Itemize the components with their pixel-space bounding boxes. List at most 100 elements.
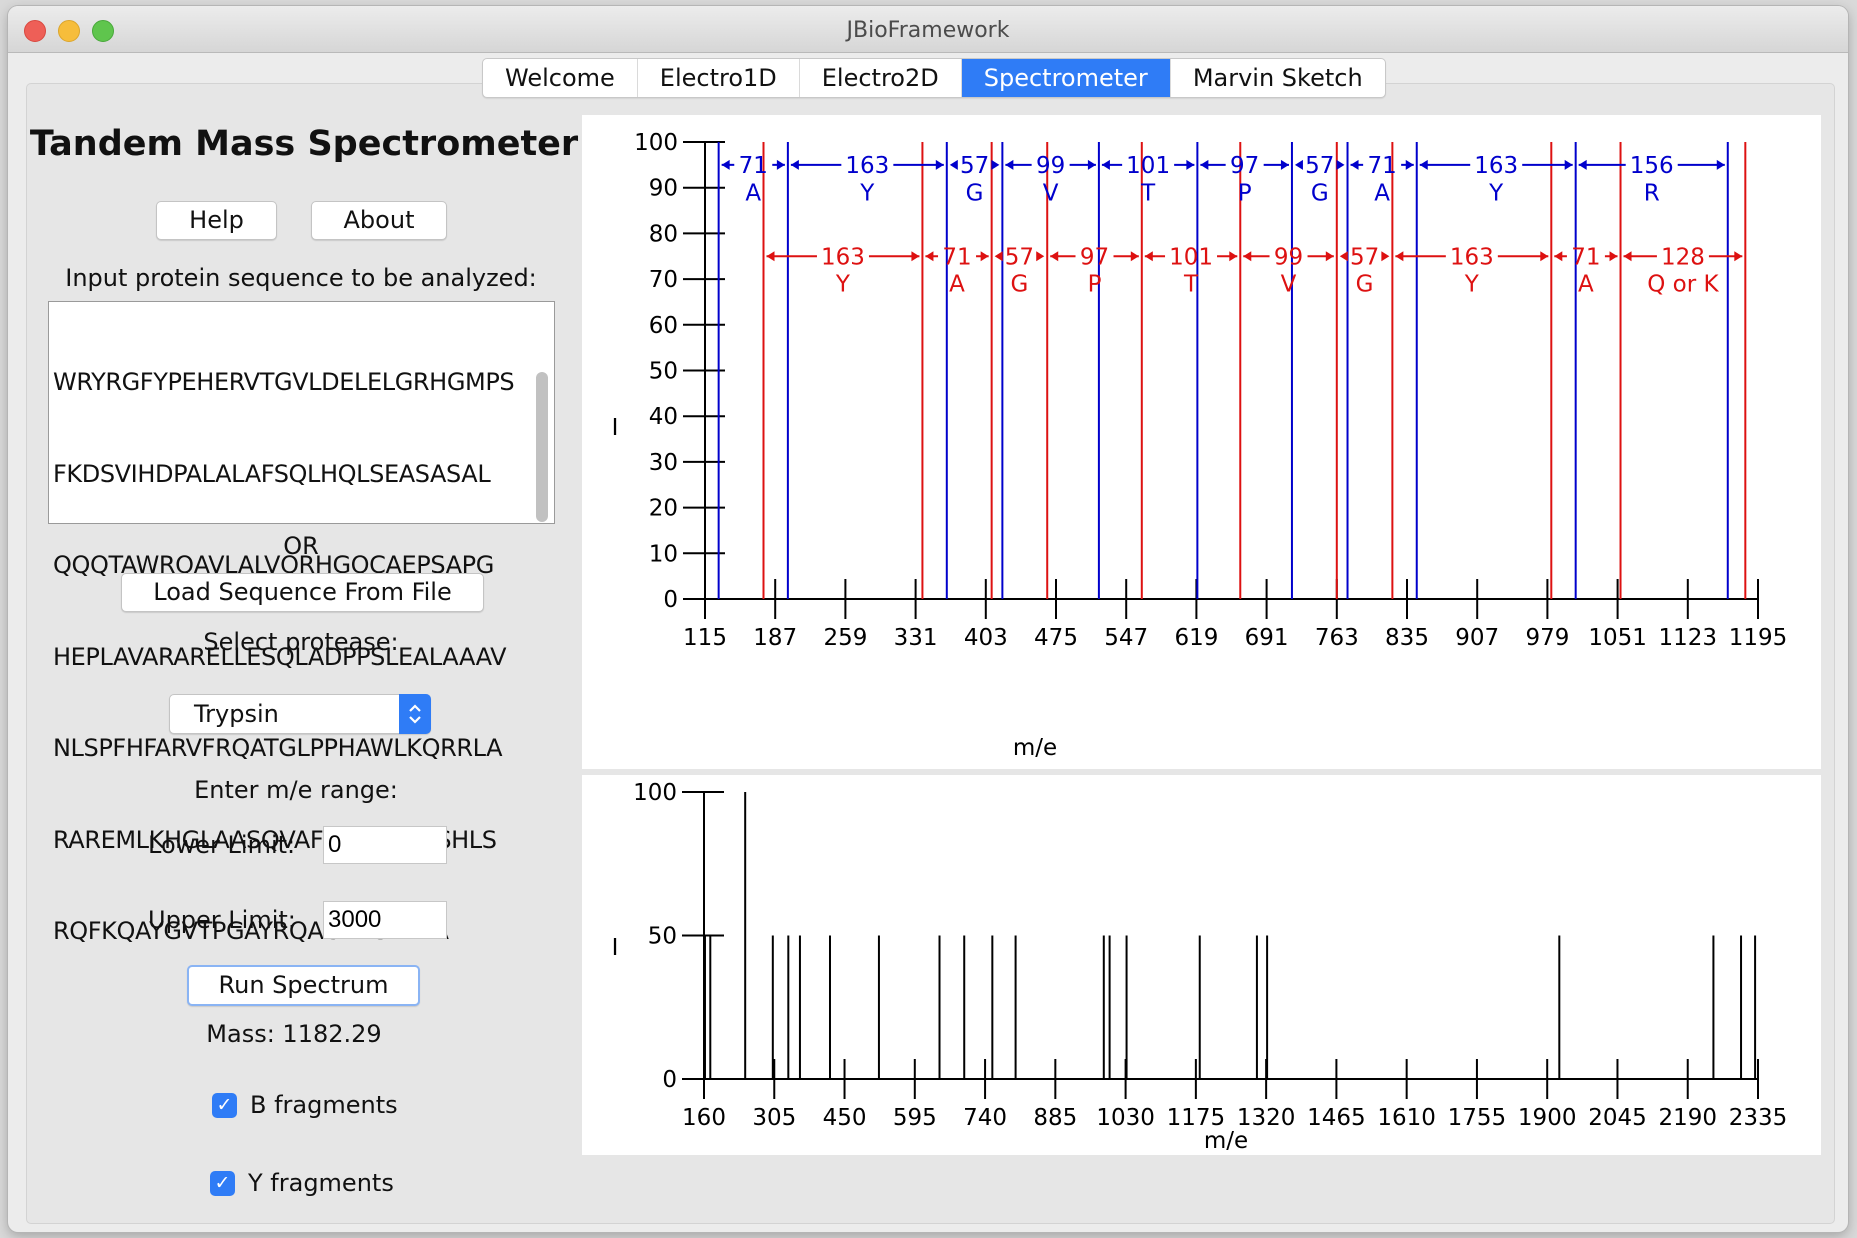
y-ion-residue-label: V <box>1281 272 1297 298</box>
b-ion-arrowhead-left <box>790 159 799 170</box>
x-tick-label: 1755 <box>1448 1105 1507 1131</box>
fragment-spectrum-panel: 0 10 20 30 40 50 60 70 80 90 100 115 187 259 331 403 475… <box>582 115 1821 769</box>
x-tick-label: 115 <box>683 625 727 651</box>
y-tick-label: 0 <box>663 587 678 613</box>
about-button[interactable]: About <box>311 201 447 240</box>
scrollbar-thumb[interactable] <box>536 372 548 522</box>
sequence-textarea[interactable]: WRYRGFYPEHERVTGVLDELELGRHGMPS FKDSVIHDPA… <box>48 301 555 945</box>
tab-marvin-sketch[interactable]: Marvin Sketch <box>1171 59 1385 97</box>
y-ion-arrowhead-right <box>1609 251 1618 262</box>
b-ion-mass-label: 156 <box>1630 153 1674 179</box>
x-axis-label: m/e <box>1013 735 1057 761</box>
b-ion-arrowhead-left <box>949 159 958 170</box>
y-fragments-label[interactable]: Y fragments <box>248 1169 394 1197</box>
x-tick-label: 619 <box>1174 625 1218 651</box>
fragment-spectrum-chart: 0 10 20 30 40 50 60 70 80 90 100 115 187 259 331 403 475… <box>612 130 1788 761</box>
window-title: JBioFramework <box>846 18 1010 43</box>
b-ion-arrowhead-right <box>1716 159 1725 170</box>
b-ion-arrowhead-right <box>1405 159 1414 170</box>
x-tick-label: 160 <box>682 1105 726 1131</box>
b-ion-mass-label: 101 <box>1126 153 1170 179</box>
b-ion-arrowhead-right <box>991 159 1000 170</box>
b-ion-arrowhead-right <box>1087 159 1096 170</box>
upper-limit-input[interactable] <box>323 901 447 939</box>
tab-welcome[interactable]: Welcome <box>483 59 638 97</box>
b-ion-mass-label: 163 <box>1474 153 1518 179</box>
y-ion-mass-label: 99 <box>1274 244 1303 270</box>
x-tick-label: 740 <box>963 1105 1007 1131</box>
y-ion-residue-label: P <box>1088 272 1102 298</box>
b-ion-residue-label: Y <box>859 180 875 206</box>
y-ion-mass-label: 128 <box>1661 244 1705 270</box>
y-tick-label: 100 <box>633 780 677 806</box>
y-tick-label: 60 <box>649 313 678 339</box>
y-ion-arrowhead-right <box>1229 251 1238 262</box>
sequence-line: FKDSVIHDPALALAFSQLHQLSEASASAL <box>53 459 491 488</box>
peptide-spectrum-chart: 050100160 305 450 595 740 885 1030 1175 1320 1465… <box>612 780 1788 1154</box>
y-ion-arrowhead-right <box>911 251 920 262</box>
b-ion-residue-label: G <box>966 180 984 206</box>
y-ion-arrowhead-left <box>1144 251 1153 262</box>
y-ion-arrowhead-right <box>1130 251 1139 262</box>
sequence-line: NLSPFHFARVFRQATGLPPHAWLKQRRLA <box>53 734 503 762</box>
protease-select[interactable]: Trypsin <box>169 694 431 734</box>
x-tick-label: 763 <box>1315 625 1359 651</box>
y-ion-residue-label: Y <box>1464 272 1480 298</box>
y-ion-residue-label: G <box>1356 272 1374 298</box>
x-tick-label: 885 <box>1033 1105 1077 1131</box>
b-ion-residue-label: T <box>1140 180 1156 206</box>
x-tick-label: 2190 <box>1658 1105 1717 1131</box>
tab-spectrometer[interactable]: Spectrometer <box>961 59 1171 97</box>
updown-chevron-icon[interactable] <box>399 694 431 734</box>
y-ion-arrowhead-left <box>766 251 775 262</box>
help-button[interactable]: Help <box>156 201 277 240</box>
x-tick-label: 1465 <box>1307 1105 1366 1131</box>
mass-readout: Mass: 1182.29 <box>206 1020 382 1048</box>
b-ion-arrowhead-right <box>1280 159 1289 170</box>
b-ion-arrowhead-right <box>1186 159 1195 170</box>
y-ion-arrowhead-left <box>994 251 1003 262</box>
x-tick-label: 1123 <box>1659 625 1718 651</box>
tab-bar: Welcome Electro1D Electro2D Spectrometer… <box>482 58 1386 98</box>
b-ion-arrowhead-left <box>1419 159 1428 170</box>
y-fragments-checkbox[interactable]: ✓ <box>210 1171 235 1196</box>
y-ion-arrowhead-right <box>1540 251 1549 262</box>
b-ion-arrowhead-left <box>721 159 730 170</box>
x-tick-label: 595 <box>893 1105 937 1131</box>
x-tick-label: 331 <box>894 625 938 651</box>
load-sequence-button[interactable]: Load Sequence From File <box>121 573 484 612</box>
y-ion-arrowhead-left <box>1339 251 1348 262</box>
y-tick-label: 20 <box>649 496 678 522</box>
sequence-scrollbar[interactable] <box>534 306 550 522</box>
y-ion-residue-label: G <box>1011 272 1029 298</box>
control-panel: Tandem Mass Spectrometer Help About Inpu… <box>27 84 587 1223</box>
b-fragments-label[interactable]: B fragments <box>250 1091 398 1119</box>
b-ion-arrowhead-left <box>1101 159 1110 170</box>
y-ion-arrowhead-left <box>1395 251 1404 262</box>
x-tick-label: 475 <box>1034 625 1078 651</box>
y-ion-mass-label: 71 <box>1571 244 1600 270</box>
x-tick-label: 403 <box>964 625 1008 651</box>
y-ion-residue-label: Q or K <box>1647 272 1719 298</box>
y-ion-arrowhead-left <box>1623 251 1632 262</box>
b-fragments-checkbox[interactable]: ✓ <box>212 1093 237 1118</box>
y-ion-mass-label: 163 <box>821 244 865 270</box>
run-spectrum-button[interactable]: Run Spectrum <box>187 965 420 1006</box>
tab-electro1d[interactable]: Electro1D <box>638 59 800 97</box>
y-axis-label: I <box>612 415 619 441</box>
y-tick-label: 100 <box>634 130 678 156</box>
b-ion-residue-label: R <box>1644 180 1660 206</box>
b-ion-arrowhead-left <box>1578 159 1587 170</box>
x-axis-label: m/e <box>1204 1128 1248 1154</box>
sequence-line: WRYRGFYPEHERVTGVLDELELGRHGMPS <box>53 368 515 396</box>
x-tick-label: 187 <box>753 625 797 651</box>
y-tick-label: 30 <box>649 450 678 476</box>
lower-limit-input[interactable] <box>323 826 447 864</box>
y-ion-arrowhead-left <box>1243 251 1252 262</box>
x-tick-label: 450 <box>823 1105 867 1131</box>
x-tick-label: 1900 <box>1518 1105 1577 1131</box>
tab-electro2d[interactable]: Electro2D <box>800 59 962 97</box>
x-tick-label: 2045 <box>1588 1105 1647 1131</box>
y-ion-arrowhead-right <box>1325 251 1334 262</box>
x-tick-label: 835 <box>1385 625 1429 651</box>
